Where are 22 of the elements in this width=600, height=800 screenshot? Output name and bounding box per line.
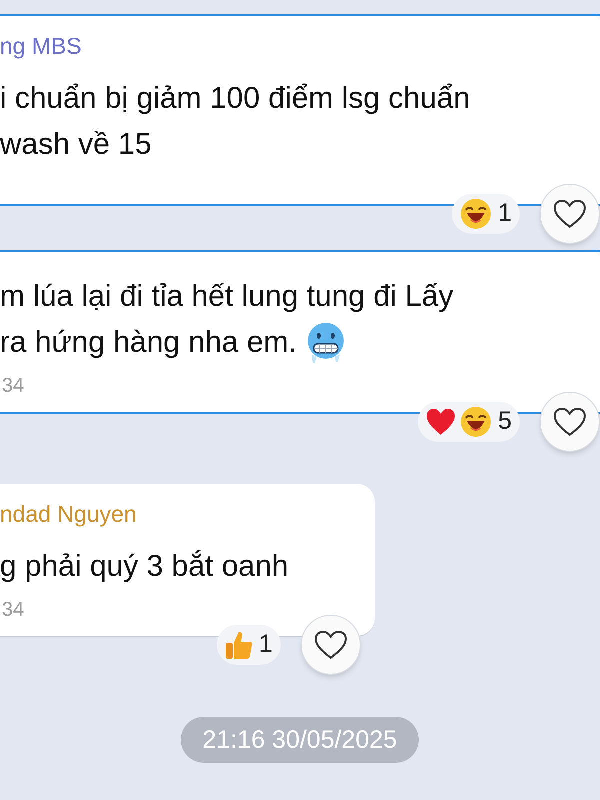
message-text: wash về 15 [0,127,152,163]
reaction-count: 1 [259,629,273,660]
message-text: m lúa lại đi tỉa hết lung tung đi Lấy [0,279,454,315]
react-button[interactable] [540,392,600,452]
message-text: g phải quý 3 bắt oanh [0,549,289,585]
sender-name: ng MBS [0,32,83,60]
message-text: i chuẩn bị giảm 100 điểm lsg chuẩn [0,81,470,117]
message-time: 34 [2,598,26,622]
reaction-pill[interactable]: 1 [217,625,281,665]
date-separator: 21:16 30/05/2025 [180,717,420,763]
react-button[interactable] [300,615,361,675]
reaction-count: 1 [498,198,512,230]
heart-outline-icon [553,407,587,437]
heart-outline-icon [553,199,587,229]
heart-outline-icon [314,630,348,660]
react-button[interactable] [540,184,600,244]
reaction-pill[interactable]: 1 [452,194,520,234]
sender-name: ndad Nguyen [0,500,138,528]
reaction-count: 5 [498,406,512,438]
message-time: 34 [2,374,26,398]
reaction-pill[interactable]: 5 [418,402,520,442]
message-text: ra hứng hàng nha em. [0,325,297,361]
